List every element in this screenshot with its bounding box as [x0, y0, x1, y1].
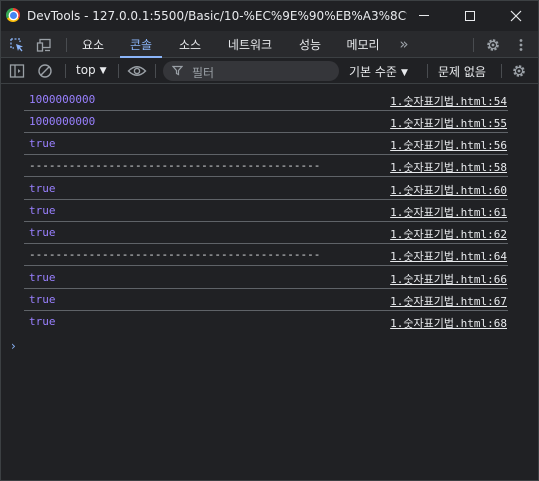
context-selector-label: top: [76, 63, 96, 77]
console-message-row: 1000000000 1.숫자표기법.html:54: [24, 89, 508, 111]
source-link[interactable]: 1.숫자표기법.html:54: [390, 93, 507, 109]
toolbar-divider: [473, 38, 474, 52]
tab-elements[interactable]: 요소: [73, 31, 113, 57]
device-toolbar-icon[interactable]: [36, 37, 52, 53]
log-levels-label: 기본 수준: [349, 65, 397, 79]
console-message-row: true 1.숫자표기법.html:61: [24, 200, 508, 222]
console-message: true: [29, 315, 56, 328]
filter-input[interactable]: 필터: [163, 61, 339, 81]
maximize-icon: [465, 10, 475, 21]
console-message: true: [29, 204, 56, 217]
console-message: ----------------------------------------…: [29, 159, 321, 172]
console-message-row: 1000000000 1.숫자표기법.html:55: [24, 111, 508, 133]
console-message: ----------------------------------------…: [29, 248, 321, 261]
more-options-kebab-icon[interactable]: [513, 37, 529, 53]
console-message-row: true 1.숫자표기법.html:60: [24, 178, 508, 200]
console-message-row: ----------------------------------------…: [24, 155, 508, 177]
settings-gear-icon[interactable]: [485, 37, 501, 53]
console-message: true: [29, 182, 56, 195]
inspect-element-icon[interactable]: [9, 37, 25, 53]
panel-tab-bar: 요소 콘솔 소스 네트워크 성능 메모리 »: [0, 31, 539, 58]
console-message: true: [29, 137, 56, 150]
toolbar-divider: [66, 38, 67, 52]
source-link[interactable]: 1.숫자표기법.html:56: [390, 137, 507, 153]
console-message: 1000000000: [29, 115, 96, 128]
tab-network[interactable]: 네트워크: [217, 31, 283, 57]
source-link[interactable]: 1.숫자표기법.html:58: [390, 159, 507, 175]
toolbar-divider: [155, 64, 156, 78]
console-message-row: true 1.숫자표기법.html:66: [24, 267, 508, 289]
console-message-row: true 1.숫자표기법.html:62: [24, 222, 508, 244]
source-link[interactable]: 1.숫자표기법.html:61: [390, 204, 507, 220]
source-link[interactable]: 1.숫자표기법.html:66: [390, 271, 507, 287]
tab-sources[interactable]: 소스: [169, 31, 211, 57]
close-icon: [510, 10, 522, 21]
toolbar-divider: [427, 64, 428, 78]
source-link[interactable]: 1.숫자표기법.html:67: [390, 293, 507, 309]
console-toolbar: top ▼ 필터 기본 수준 ▼ 문제 없음: [0, 58, 539, 84]
chrome-logo-icon: [6, 8, 20, 22]
caret-down-icon: ▼: [99, 66, 107, 76]
title-bar[interactable]: DevTools - 127.0.0.1:5500/Basic/10-%EC%9…: [0, 0, 539, 31]
console-message: 1000000000: [29, 93, 96, 106]
live-expression-eye-icon[interactable]: [127, 63, 147, 79]
window-title: DevTools - 127.0.0.1:5500/Basic/10-%EC%9…: [27, 9, 407, 23]
clear-console-icon[interactable]: [37, 63, 53, 79]
console-message-row: true 1.숫자표기법.html:68: [24, 311, 508, 333]
caret-down-icon: ▼: [400, 68, 408, 78]
source-link[interactable]: 1.숫자표기법.html:55: [390, 115, 507, 131]
sidebar-toggle-icon[interactable]: [9, 63, 25, 79]
source-link[interactable]: 1.숫자표기법.html:68: [390, 315, 507, 331]
tab-console[interactable]: 콘솔: [120, 31, 162, 58]
console-message: true: [29, 271, 56, 284]
source-link[interactable]: 1.숫자표기법.html:64: [390, 248, 507, 264]
close-button[interactable]: [493, 0, 539, 31]
devtools-window: DevTools - 127.0.0.1:5500/Basic/10-%EC%9…: [0, 0, 539, 481]
console-message: true: [29, 293, 56, 306]
tab-performance[interactable]: 성능: [289, 31, 331, 57]
console-settings-gear-icon[interactable]: [511, 63, 527, 79]
more-tabs-chevron-icon[interactable]: »: [393, 31, 415, 57]
console-message-row: true 1.숫자표기법.html:67: [24, 289, 508, 311]
toolbar-divider: [118, 64, 119, 78]
toolbar-divider: [501, 64, 502, 78]
filter-funnel-icon: [172, 65, 183, 76]
source-link[interactable]: 1.숫자표기법.html:60: [390, 182, 507, 198]
source-link[interactable]: 1.숫자표기법.html:62: [390, 226, 507, 242]
console-message-row: true 1.숫자표기법.html:56: [24, 133, 508, 155]
issues-counter[interactable]: 문제 없음: [438, 63, 486, 80]
log-levels-dropdown[interactable]: 기본 수준 ▼: [349, 63, 408, 80]
toolbar-divider: [65, 64, 66, 78]
console-message-row: ----------------------------------------…: [24, 244, 508, 266]
minimize-button[interactable]: [401, 0, 447, 31]
filter-placeholder: 필터: [192, 66, 215, 80]
minimize-icon: [419, 15, 429, 16]
tab-memory[interactable]: 메모리: [337, 31, 389, 57]
context-selector[interactable]: top ▼: [76, 63, 107, 77]
console-prompt-chevron-icon[interactable]: ›: [11, 339, 16, 353]
console-message: true: [29, 226, 56, 239]
maximize-button[interactable]: [447, 0, 493, 31]
